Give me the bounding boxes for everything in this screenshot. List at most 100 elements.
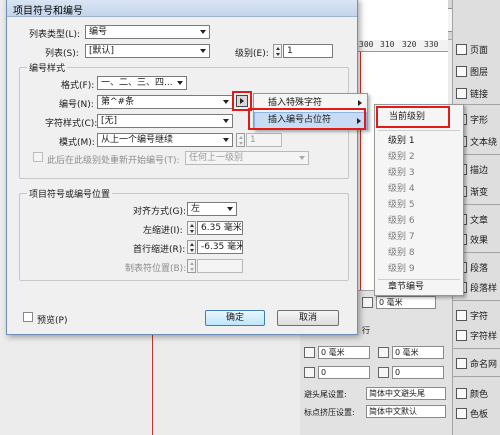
cancel-button[interactable]: 取消 (277, 310, 339, 326)
panel-swatches[interactable]: 色板 (456, 404, 500, 422)
preview-checkbox[interactable] (23, 312, 33, 322)
swatches-icon (456, 407, 467, 419)
panel-named-grids[interactable]: 命名网 (456, 354, 500, 372)
level-input[interactable]: 1 (283, 44, 333, 58)
panel-character[interactable]: 字符 (456, 306, 500, 324)
drop-cap-lines-icon (304, 367, 315, 378)
row-label: 行 (362, 326, 370, 335)
ruler-tick: 320 (402, 40, 417, 49)
color-icon (456, 387, 467, 399)
chevron-down-icon (200, 49, 206, 53)
panel-color[interactable]: 颜色 (456, 384, 500, 402)
menu-item-level-3[interactable]: 级别 3 (375, 165, 463, 181)
ruler-tick: 300 (359, 40, 374, 49)
preview-label: 预览(P) (37, 316, 68, 326)
position-title: 项目符号或编号位置 (27, 187, 113, 200)
chevron-down-icon (200, 30, 206, 34)
character-styles-icon (456, 329, 467, 341)
left-indent-stepper[interactable] (187, 221, 196, 235)
chevron-down-icon (177, 81, 183, 85)
highlight-insert-placeholder (248, 108, 366, 130)
avoid-select[interactable]: 简体中文避头尾 (366, 387, 446, 400)
mode-number-input[interactable]: 1 (246, 133, 282, 147)
char-style-select[interactable]: [无] (97, 114, 233, 128)
pages-icon (456, 43, 467, 55)
bullets-numbering-dialog: 项目符号和编号 列表类型(L): 编号 列表(S): [默认] 级别(E): 1… (6, 0, 358, 335)
menu-item-level-6[interactable]: 级别 6 (375, 213, 463, 229)
panel-character-styles[interactable]: 字符样 (456, 326, 500, 344)
align-label: 对齐方式(G): (133, 207, 187, 217)
menu-item-chapter-number[interactable]: 章节编号 (375, 279, 463, 295)
grid-icon (456, 357, 467, 369)
links-icon (456, 87, 467, 99)
first-indent-label: 首行缩进(R): (133, 245, 186, 255)
ruler-tick: 310 (380, 40, 395, 49)
chevron-down-icon (223, 100, 229, 104)
panel-divider (453, 376, 500, 377)
drop-cap-chars-field[interactable]: 0 (392, 366, 444, 379)
panel-pages[interactable]: 页面 (456, 40, 500, 58)
restart-label: 此后在此级别处重新开始编号(T): (47, 156, 180, 166)
menu-item-level-1[interactable]: 级别 1 (375, 133, 463, 149)
format-select[interactable]: 一、二、三、四... (97, 76, 187, 90)
number-input[interactable]: 第^#条 (97, 95, 233, 109)
menu-item-level-8[interactable]: 级别 8 (375, 245, 463, 261)
panel-divider (453, 300, 500, 301)
ok-button[interactable]: 确定 (205, 310, 265, 326)
menu-item-level-2[interactable]: 级别 2 (375, 149, 463, 165)
menu-item-level-5[interactable]: 级别 5 (375, 197, 463, 213)
menu-item-level-4[interactable]: 级别 4 (375, 181, 463, 197)
ruler-tick: 330 (424, 40, 439, 49)
tab-position-stepper[interactable] (187, 259, 196, 273)
page-guide-line (152, 335, 153, 435)
char-style-label: 字符样式(C): (45, 119, 98, 129)
left-indent-input[interactable]: 6.35 毫米 (197, 221, 243, 235)
panel-divider (453, 348, 500, 349)
drop-cap-chars-icon (378, 367, 389, 378)
chevron-down-icon (299, 156, 305, 160)
first-indent-stepper[interactable] (187, 240, 196, 254)
mode-label: 模式(M): (59, 138, 95, 148)
menu-item-level-7[interactable]: 级别 7 (375, 229, 463, 245)
list-type-label: 列表类型(L): (29, 30, 81, 40)
character-icon (456, 309, 467, 321)
chevron-down-icon (227, 207, 233, 211)
restart-checkbox[interactable] (33, 152, 43, 162)
indent-field[interactable]: 0 毫米 (376, 296, 436, 309)
space-after-icon (378, 347, 389, 358)
list-select[interactable]: [默认] (85, 44, 210, 58)
dialog-titlebar[interactable]: 项目符号和编号 (7, 0, 357, 17)
space-after-field[interactable]: 0 毫米 (392, 346, 444, 359)
menu-separator (378, 130, 460, 131)
submenu-arrow-icon (358, 100, 362, 106)
highlight-current-level (376, 106, 450, 128)
list-label: 列表(S): (45, 49, 79, 59)
chevron-down-icon (223, 119, 229, 123)
punct-select[interactable]: 简体中文默认 (366, 405, 446, 418)
list-type-select[interactable]: 编号 (85, 25, 210, 39)
dialog-title: 项目符号和编号 (13, 6, 83, 17)
drop-cap-lines-field[interactable]: 0 (318, 366, 370, 379)
tab-position-input[interactable] (197, 259, 243, 273)
tab-position-label: 制表符位置(B): (125, 264, 187, 274)
horizontal-ruler: 300 310 320 330 (356, 40, 448, 52)
left-indent-label: 左缩进(I): (143, 226, 183, 236)
mode-select[interactable]: 从上一个编号继续 (97, 133, 233, 147)
align-select[interactable]: 左 (187, 202, 237, 216)
chevron-down-icon (223, 138, 229, 142)
numbering-style-title: 编号样式 (27, 61, 68, 74)
number-label: 编号(N): (59, 100, 94, 110)
level-stepper[interactable] (273, 44, 282, 58)
first-indent-input[interactable]: -6.35 毫米 (197, 240, 243, 254)
indent-icon (362, 297, 373, 308)
level-label: 级别(E): (235, 49, 269, 59)
panel-layers[interactable]: 图层 (456, 62, 500, 80)
mode-number-stepper[interactable] (236, 133, 245, 147)
format-label: 格式(F): (61, 81, 95, 91)
space-before-icon (304, 347, 315, 358)
restart-select[interactable]: 任何上一级别 (185, 151, 309, 165)
space-before-field[interactable]: 0 毫米 (318, 346, 370, 359)
panel-links[interactable]: 链接 (456, 84, 500, 102)
menu-item-level-9[interactable]: 级别 9 (375, 261, 463, 277)
layers-icon (456, 65, 467, 77)
